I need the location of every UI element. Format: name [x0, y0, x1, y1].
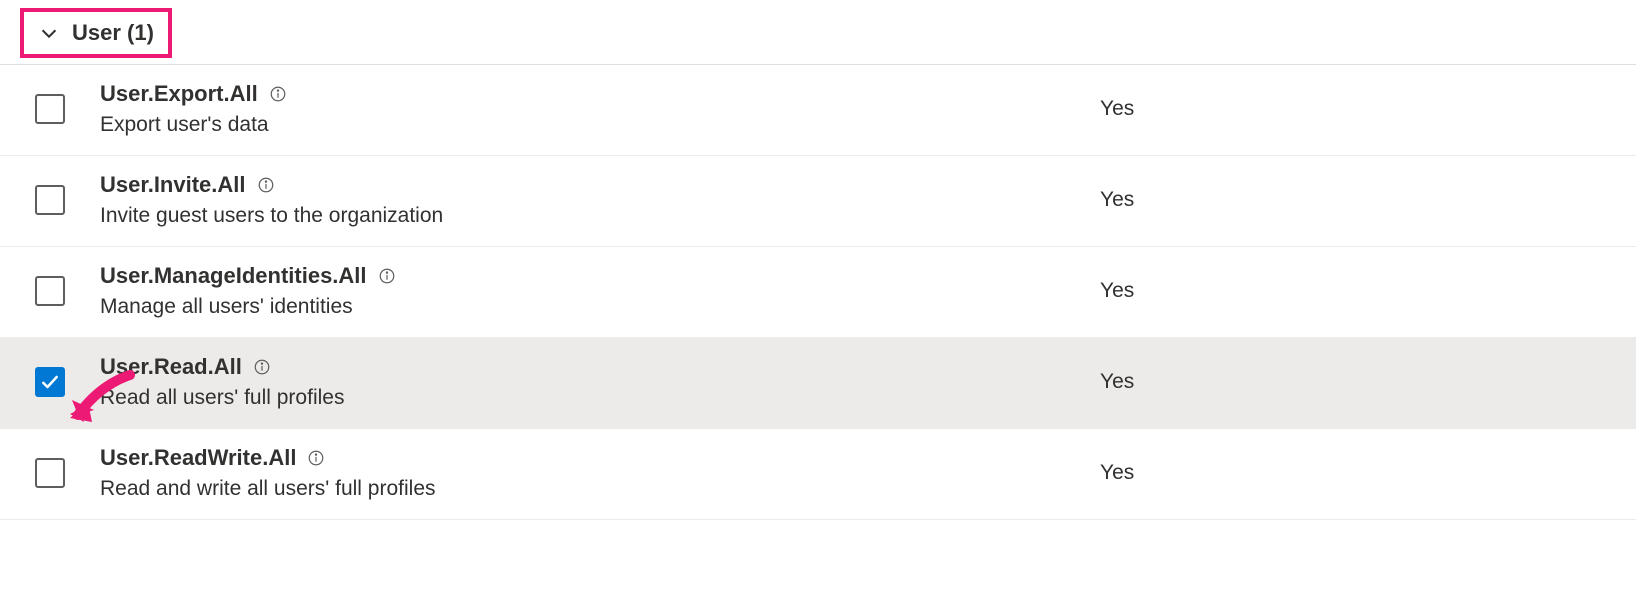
- info-icon[interactable]: [268, 84, 288, 104]
- info-icon[interactable]: [377, 266, 397, 286]
- permission-checkbox[interactable]: [35, 276, 65, 306]
- permission-name: User.Invite.All: [100, 172, 246, 198]
- permission-row: User.ReadWrite.All Read and write all use…: [0, 429, 1636, 520]
- permission-main: User.ManageIdentities.All Manage all user…: [100, 263, 1080, 319]
- permission-name-line: User.ManageIdentities.All: [100, 263, 1060, 289]
- info-icon[interactable]: [252, 357, 272, 377]
- checkbox-cell: [0, 367, 100, 397]
- admin-consent-value: Yes: [1080, 188, 1636, 212]
- permission-name-line: User.Invite.All: [100, 172, 1060, 198]
- permission-main: User.Read.All Read all users' full profil…: [100, 354, 1080, 410]
- chevron-down-icon: [38, 22, 60, 44]
- permission-checkbox[interactable]: [35, 458, 65, 488]
- permission-checkbox[interactable]: [35, 94, 65, 124]
- checkbox-cell: [0, 458, 100, 488]
- permission-name: User.ManageIdentities.All: [100, 263, 367, 289]
- permission-row: User.Invite.All Invite guest users to the…: [0, 156, 1636, 247]
- permission-name-line: User.Export.All: [100, 81, 1060, 107]
- info-icon[interactable]: [256, 175, 276, 195]
- permission-name: User.Export.All: [100, 81, 258, 107]
- permission-description: Manage all users' identities: [100, 295, 1060, 319]
- admin-consent-value: Yes: [1080, 370, 1636, 394]
- permission-main: User.ReadWrite.All Read and write all use…: [100, 445, 1080, 501]
- permission-description: Read all users' full profiles: [100, 386, 1060, 410]
- checkbox-cell: [0, 94, 100, 124]
- admin-consent-value: Yes: [1080, 97, 1636, 121]
- permission-description: Export user's data: [100, 113, 1060, 137]
- info-icon[interactable]: [306, 448, 326, 468]
- permission-description: Invite guest users to the organization: [100, 204, 1060, 228]
- permission-checkbox[interactable]: [35, 185, 65, 215]
- permission-description: Read and write all users' full profiles: [100, 477, 1060, 501]
- permission-name-line: User.Read.All: [100, 354, 1060, 380]
- permission-main: User.Export.All Export user's data: [100, 81, 1080, 137]
- section-header-user[interactable]: User (1): [20, 8, 172, 58]
- permission-name: User.Read.All: [100, 354, 242, 380]
- permission-name: User.ReadWrite.All: [100, 445, 296, 471]
- permission-row: User.Read.All Read all users' full profil…: [0, 338, 1636, 429]
- permission-row: User.Export.All Export user's data Yes: [0, 65, 1636, 156]
- section-header-label: User (1): [72, 20, 154, 46]
- permission-row: User.ManageIdentities.All Manage all user…: [0, 247, 1636, 338]
- checkbox-cell: [0, 185, 100, 215]
- admin-consent-value: Yes: [1080, 279, 1636, 303]
- permission-main: User.Invite.All Invite guest users to the…: [100, 172, 1080, 228]
- admin-consent-value: Yes: [1080, 461, 1636, 485]
- checkbox-cell: [0, 276, 100, 306]
- permission-name-line: User.ReadWrite.All: [100, 445, 1060, 471]
- permission-checkbox[interactable]: [35, 367, 65, 397]
